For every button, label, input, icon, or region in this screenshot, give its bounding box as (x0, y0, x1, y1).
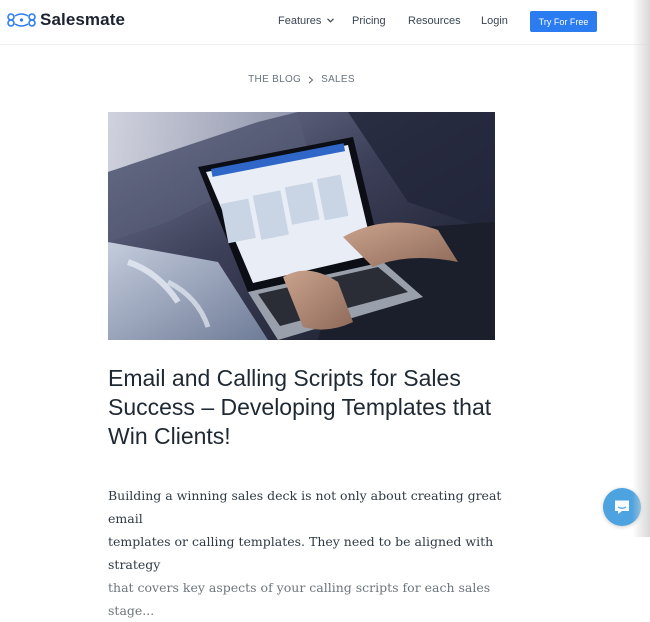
chevron-right-icon (308, 75, 314, 84)
nav-login[interactable]: Login (481, 15, 508, 27)
breadcrumb-blog[interactable]: THE BLOG (248, 74, 301, 85)
scroll-shadow (632, 0, 650, 537)
nav-features-label: Features (278, 15, 322, 27)
hero-image (108, 112, 495, 340)
article-body-line: Building a winning sales deck is not onl… (108, 488, 502, 526)
breadcrumb: THE BLOG SALES (0, 74, 603, 85)
try-for-free-button[interactable]: Try For Free (530, 11, 597, 32)
article-body-line: that covers key aspects of your calling … (108, 580, 491, 618)
chat-button[interactable] (603, 488, 641, 526)
nav-resources[interactable]: Resources (408, 15, 461, 27)
salesmate-logo-icon (7, 13, 36, 27)
article-body: Building a winning sales deck is not onl… (108, 484, 508, 622)
chat-icon (615, 500, 629, 514)
top-navigation: Salesmate Features Pricing Resources Log… (0, 0, 650, 45)
breadcrumb-sales[interactable]: SALES (321, 74, 355, 85)
nav-pricing[interactable]: Pricing (352, 15, 386, 27)
brand-name: Salesmate (40, 10, 126, 29)
article-title: Email and Calling Scripts for Sales Succ… (108, 365, 492, 449)
brand-logo[interactable]: Salesmate (7, 10, 125, 30)
nav-features[interactable]: Features (278, 15, 335, 27)
chevron-down-icon (327, 18, 335, 23)
